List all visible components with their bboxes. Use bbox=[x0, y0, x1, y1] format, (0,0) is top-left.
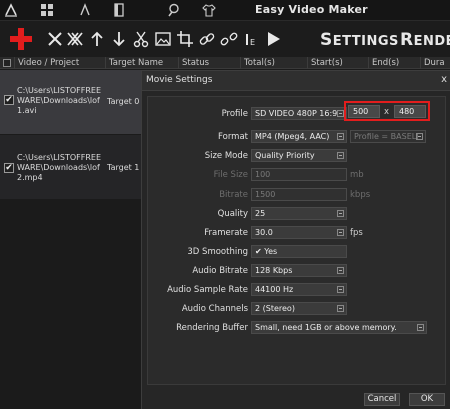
audio-bitrate-label: Audio Bitrate bbox=[192, 266, 248, 276]
framerate-select[interactable]: 30.0 bbox=[251, 226, 347, 239]
framerate-unit: fps bbox=[350, 228, 363, 238]
chevron-down-icon bbox=[337, 305, 344, 312]
link-icon[interactable] bbox=[198, 30, 216, 48]
format-select[interactable]: MP4 (Mpeg4, AAC) bbox=[251, 130, 347, 143]
smoothing-toggle[interactable]: ✔ Yes bbox=[251, 245, 347, 258]
file-size-unit: mb bbox=[350, 170, 364, 180]
column-header[interactable]: Target Name bbox=[105, 57, 178, 69]
column-header[interactable]: Status bbox=[178, 57, 240, 69]
search-icon[interactable] bbox=[167, 3, 181, 17]
bitrate-input: 1500 bbox=[251, 188, 347, 201]
chevron-down-icon bbox=[416, 133, 423, 140]
rendering-buffer-select[interactable]: Small, need 1GB or above memory. bbox=[251, 321, 427, 334]
close-icon[interactable] bbox=[46, 30, 64, 48]
app-title: Easy Video Maker bbox=[255, 3, 368, 16]
audio-sample-rate-select[interactable]: 44100 Hz bbox=[251, 283, 347, 296]
size-mode-select[interactable]: Quality Priority bbox=[251, 149, 347, 162]
audio-sample-rate-label: Audio Sample Rate bbox=[167, 285, 248, 295]
width-input[interactable]: 500 bbox=[348, 105, 380, 118]
quality-select[interactable]: 25 bbox=[251, 207, 347, 220]
profile-label: Profile bbox=[221, 109, 248, 119]
svg-text:E: E bbox=[250, 38, 255, 47]
chevron-down-icon bbox=[337, 152, 344, 159]
row-path: C:\Users\LISTOFFREEWARE\Downloads\lof2.m… bbox=[17, 153, 102, 182]
quality-label: Quality bbox=[217, 209, 248, 219]
column-header[interactable]: Dura bbox=[420, 57, 450, 69]
arrow-up-icon[interactable] bbox=[88, 30, 106, 48]
close-icon[interactable]: x bbox=[441, 74, 447, 85]
row-path: C:\Users\LISTOFFREEWARE\Downloads\lof1.a… bbox=[17, 86, 102, 115]
image-icon[interactable] bbox=[154, 30, 172, 48]
file-size-input: 100 bbox=[251, 168, 347, 181]
play-icon[interactable] bbox=[264, 30, 282, 48]
row-target: Target 0 bbox=[107, 97, 140, 106]
format-profile-select: Profile = BASELI bbox=[350, 130, 426, 143]
render-button[interactable]: RENDER bbox=[400, 30, 450, 50]
framerate-label: Framerate bbox=[204, 228, 248, 238]
dialog-title: Movie Settings bbox=[146, 75, 213, 85]
column-header[interactable]: End(s) bbox=[368, 57, 420, 69]
bitrate-unit: kbps bbox=[350, 190, 371, 200]
chevron-down-icon bbox=[337, 110, 344, 117]
size-mode-label: Size Mode bbox=[204, 151, 248, 161]
title-bar: Easy Video Maker bbox=[0, 0, 450, 21]
chevron-down-icon bbox=[337, 286, 344, 293]
crop-icon[interactable] bbox=[176, 30, 194, 48]
unlink-icon[interactable] bbox=[220, 30, 238, 48]
grid-icon[interactable] bbox=[40, 3, 54, 17]
info-icon[interactable]: E bbox=[242, 30, 260, 48]
cancel-button[interactable]: Cancel bbox=[364, 393, 400, 406]
book-icon[interactable] bbox=[112, 3, 126, 17]
ok-button[interactable]: OK bbox=[409, 393, 445, 406]
column-header[interactable]: Total(s) bbox=[240, 57, 307, 69]
chevron-down-icon bbox=[337, 133, 344, 140]
format-label: Format bbox=[218, 132, 248, 142]
bitrate-label: Bitrate bbox=[219, 190, 248, 200]
row-target: Target 1 bbox=[107, 163, 140, 172]
table-header: Video / Project Target Name Status Total… bbox=[0, 57, 450, 69]
audio-channels-label: Audio Channels bbox=[181, 304, 248, 314]
settings-button[interactable]: SETTINGS bbox=[320, 30, 399, 50]
column-header[interactable]: Start(s) bbox=[307, 57, 368, 69]
settings-panel: Profile SD VIDEO 480P 16:9 Format MP4 (M… bbox=[147, 96, 446, 385]
row-checkbox[interactable]: ✔ bbox=[4, 95, 14, 105]
height-input[interactable]: 480 bbox=[394, 105, 426, 118]
resolution-separator: x bbox=[384, 107, 390, 117]
smoothing-label: 3D Smoothing bbox=[187, 247, 248, 257]
profile-select[interactable]: SD VIDEO 480P 16:9 bbox=[251, 107, 347, 120]
arrow-down-icon[interactable] bbox=[110, 30, 128, 48]
check-icon: ✔ bbox=[255, 247, 262, 256]
dialog-title-bar: Movie Settings x bbox=[142, 71, 450, 91]
scissors-icon[interactable] bbox=[132, 30, 150, 48]
list-empty-area bbox=[0, 200, 141, 409]
movie-settings-dialog: Movie Settings x Profile SD VIDEO 480P 1… bbox=[141, 70, 450, 409]
table-row[interactable]: ✔ C:\Users\LISTOFFREEWARE\Downloads\lof2… bbox=[0, 135, 141, 199]
toolbar: E SETTINGS RENDER bbox=[0, 21, 450, 57]
row-checkbox[interactable]: ✔ bbox=[4, 163, 14, 173]
chevron-down-icon bbox=[417, 324, 424, 331]
table-row[interactable]: ✔ C:\Users\LISTOFFREEWARE\Downloads\lof1… bbox=[0, 70, 141, 134]
double-close-icon[interactable] bbox=[66, 30, 84, 48]
brush-icon[interactable] bbox=[78, 3, 92, 17]
select-all-checkbox[interactable] bbox=[3, 59, 11, 67]
column-header[interactable]: Video / Project bbox=[14, 57, 105, 69]
rendering-buffer-label: Rendering Buffer bbox=[176, 323, 248, 333]
audio-bitrate-select[interactable]: 128 Kbps bbox=[251, 264, 347, 277]
file-size-label: File Size bbox=[213, 170, 248, 180]
chevron-down-icon bbox=[337, 210, 344, 217]
chevron-down-icon bbox=[337, 229, 344, 236]
audio-channels-select[interactable]: 2 (Stereo) bbox=[251, 302, 347, 315]
chevron-down-icon bbox=[337, 267, 344, 274]
logo-icon bbox=[4, 3, 18, 17]
add-icon[interactable] bbox=[8, 26, 34, 52]
shirt-icon[interactable] bbox=[202, 3, 216, 17]
